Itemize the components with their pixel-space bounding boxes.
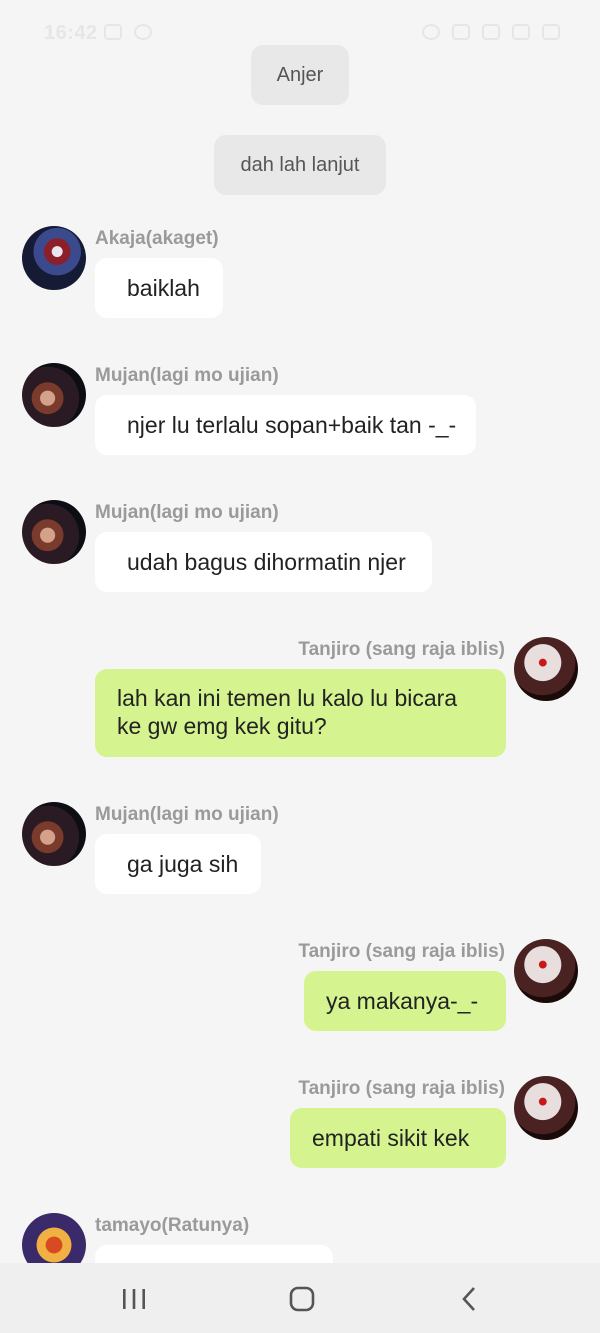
signal-icon [512,24,530,40]
gallery-icon [104,24,122,40]
avatar[interactable] [514,1076,578,1140]
message-bubble[interactable]: empati sikit kek [290,1108,506,1168]
pinterest-icon [134,24,152,40]
avatar[interactable] [514,939,578,1003]
status-system-icons [422,24,560,40]
home-icon[interactable] [282,1285,322,1313]
back-icon[interactable] [450,1285,490,1313]
status-time: 16:42 [44,22,98,44]
system-message-text: dah lah lanjut [240,153,360,176]
message-text: baiklah [127,275,200,301]
avatar[interactable] [22,226,86,290]
message-bubble[interactable]: lah kan ini temen lu kalo lu bicara ke g… [95,669,506,757]
message-text: ga juga sih [127,851,239,877]
sender-name: Tanjiro (sang raja iblis) [298,941,505,962]
message-text: lah kan ini temen lu kalo lu bicara ke g… [117,685,458,739]
sender-name: Mujan(lagi mo ujian) [95,804,279,825]
avatar[interactable] [22,500,86,564]
recents-icon[interactable] [114,1285,154,1313]
sender-name: Mujan(lagi mo ujian) [95,502,279,523]
sender-name: Tanjiro (sang raja iblis) [298,639,505,660]
system-message: Anjer [251,45,349,105]
sender-name: Akaja(akaget) [95,228,219,249]
sender-name: tamayo(Ratunya) [95,1215,250,1236]
system-message: dah lah lanjut [214,135,386,195]
system-message-text: Anjer [276,63,324,86]
message-bubble[interactable]: njer lu terlalu sopan+baik tan -_- [95,395,476,455]
message-bubble[interactable]: udah bagus dihormatin njer [95,532,432,592]
battery-icon [542,24,560,40]
message-bubble[interactable]: ga juga sih [95,834,261,894]
wifi-icon [482,24,500,40]
message-bubble[interactable]: baiklah [95,258,223,318]
avatar[interactable] [514,637,578,701]
message-bubble[interactable]: ya makanya-_- [304,971,506,1031]
message-text: udah bagus dihormatin njer [127,549,406,575]
alarm-icon [422,24,440,40]
mute-icon [452,24,470,40]
sender-name: Tanjiro (sang raja iblis) [298,1078,505,1099]
navigation-bar [0,1263,600,1333]
message-text: empati sikit kek [312,1125,470,1151]
message-text: ya makanya-_- [326,988,479,1014]
message-text: njer lu terlalu sopan+baik tan -_- [127,412,457,438]
status-notification-icons [104,24,152,40]
avatar[interactable] [22,363,86,427]
sender-name: Mujan(lagi mo ujian) [95,365,279,386]
avatar[interactable] [22,802,86,866]
